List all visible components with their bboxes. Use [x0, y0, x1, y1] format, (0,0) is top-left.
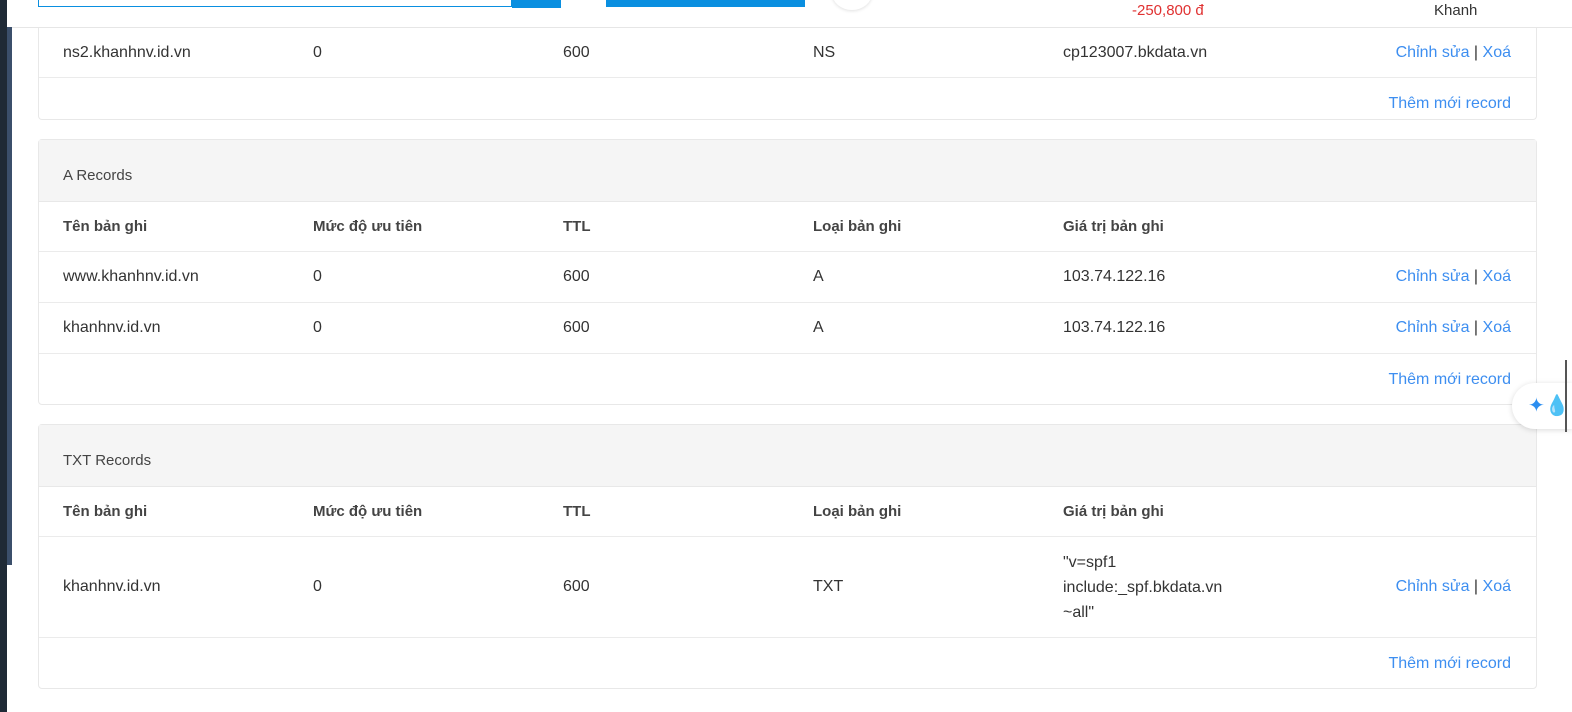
top-bar: -250,800 đ Khanh [12, 0, 1572, 28]
search-button[interactable] [512, 0, 561, 8]
record-ttl: 600 [563, 43, 590, 61]
record-type: A [813, 319, 824, 336]
record-name: www.khanhnv.id.vn [63, 268, 199, 285]
column-header: Giá trị bản ghi [1063, 503, 1164, 520]
row-actions: Chỉnh sửa | Xoá [1396, 44, 1511, 62]
card-title: A Records [39, 140, 1536, 202]
delete-link[interactable]: Xoá [1483, 44, 1511, 61]
record-value: 103.74.122.16 [1063, 268, 1166, 285]
add-row: Thêm mới record [39, 78, 1536, 129]
record-type: NS [813, 43, 836, 61]
column-header: Mức độ ưu tiên [313, 503, 423, 520]
add-record-link[interactable]: Thêm mới record [1388, 95, 1511, 113]
edit-link[interactable]: Chỉnh sửa [1396, 44, 1470, 61]
column-header: Mức độ ưu tiên [313, 218, 423, 235]
row-actions: Chỉnh sửa | Xoá [1396, 268, 1511, 286]
record-type: TXT [813, 578, 844, 595]
record-type: A [813, 268, 824, 285]
separator: | [1473, 578, 1479, 595]
user-name[interactable]: Khanh [1434, 2, 1477, 20]
record-name: khanhnv.id.vn [63, 319, 161, 336]
record-ttl: 600 [563, 268, 590, 285]
delete-link[interactable]: Xoá [1483, 578, 1511, 595]
column-header: Loại bản ghi [813, 503, 902, 520]
account-balance: -250,800 đ [1132, 2, 1204, 19]
txt-records-card: TXT Records Tên bản ghi Mức độ ưu tiên T… [38, 424, 1537, 689]
record-value: 103.74.122.16 [1063, 319, 1166, 336]
column-header: Tên bản ghi [63, 218, 148, 235]
table-row: ns2.khanhnv.id.vn 0 600 NS cp123007.bkda… [39, 27, 1536, 78]
record-priority: 0 [313, 268, 322, 285]
column-header: Tên bản ghi [63, 503, 148, 520]
column-header: TTL [563, 503, 591, 520]
separator: | [1473, 43, 1479, 61]
table-row: khanhnv.id.vn 0 600 A 103.74.122.16 Chỉn… [39, 303, 1536, 354]
table-row: www.khanhnv.id.vn 0 600 A 103.74.122.16 … [39, 252, 1536, 303]
record-name: ns2.khanhnv.id.vn [63, 43, 191, 61]
add-row: Thêm mới record [39, 638, 1536, 689]
column-header: Giá trị bản ghi [1063, 218, 1164, 235]
column-header: Loại bản ghi [813, 218, 902, 235]
row-actions: Chỉnh sửa | Xoá [1396, 319, 1511, 337]
sidebar-scroll [7, 27, 12, 565]
record-ttl: 600 [563, 319, 590, 336]
row-actions: Chỉnh sửa | Xoá [1396, 578, 1511, 596]
separator: | [1473, 268, 1479, 285]
delete-link[interactable]: Xoá [1483, 319, 1511, 336]
edit-link[interactable]: Chỉnh sửa [1396, 578, 1470, 595]
record-priority: 0 [313, 319, 322, 336]
record-ttl: 600 [563, 578, 590, 595]
table-row: khanhnv.id.vn 0 600 TXT "v=spf1 include:… [39, 537, 1536, 638]
action-button[interactable] [606, 0, 805, 7]
avatar[interactable] [832, 0, 872, 10]
record-priority: 0 [313, 578, 322, 595]
delete-link[interactable]: Xoá [1483, 268, 1511, 285]
edit-link[interactable]: Chỉnh sửa [1396, 268, 1470, 285]
add-record-link[interactable]: Thêm mới record [1388, 655, 1511, 673]
column-header: TTL [563, 218, 591, 235]
card-title: TXT Records [39, 425, 1536, 487]
record-priority: 0 [313, 43, 322, 61]
add-row: Thêm mới record [39, 354, 1536, 405]
scrollbar[interactable] [1565, 360, 1567, 432]
water-drop-sparkle-icon: ✦💧 [1528, 395, 1570, 417]
record-value: "v=spf1 include:_spf.bkdata.vn ~all" [1063, 553, 1223, 621]
separator: | [1473, 319, 1479, 336]
table-header: Tên bản ghi Mức độ ưu tiên TTL Loại bản … [39, 487, 1536, 537]
record-name: khanhnv.id.vn [63, 578, 161, 595]
edit-link[interactable]: Chỉnh sửa [1396, 319, 1470, 336]
a-records-card: A Records Tên bản ghi Mức độ ưu tiên TTL… [38, 139, 1537, 405]
record-value: cp123007.bkdata.vn [1063, 43, 1208, 61]
app-sidebar [0, 0, 7, 712]
floating-helper-button[interactable]: ✦💧 [1512, 383, 1572, 429]
search-input[interactable] [38, 0, 512, 7]
table-header: Tên bản ghi Mức độ ưu tiên TTL Loại bản … [39, 202, 1536, 252]
add-record-link[interactable]: Thêm mới record [1388, 371, 1511, 389]
